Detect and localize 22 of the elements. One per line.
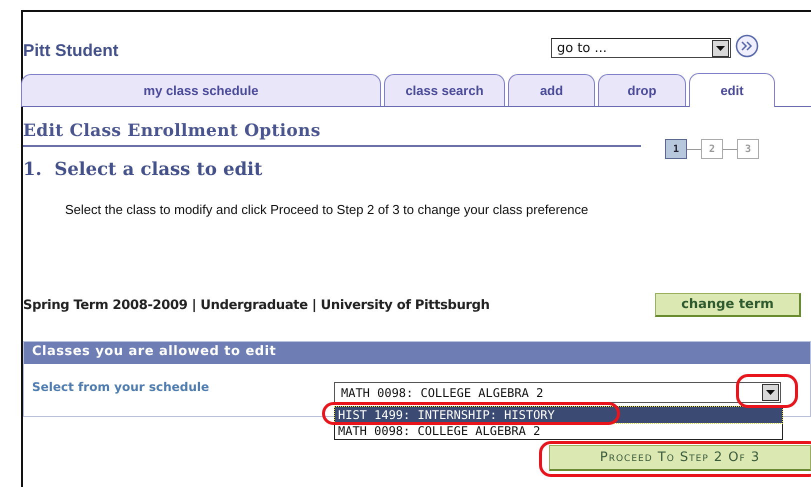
proceed-button[interactable]: Proceed To Step 2 Of 3 [549, 445, 811, 471]
tab[interactable]: class search [384, 74, 505, 106]
page-title: Edit Class Enrollment Options [23, 121, 641, 147]
tab[interactable]: my class schedule [21, 74, 381, 106]
tab[interactable]: edit [689, 73, 775, 107]
step-indicator: 1 [665, 139, 687, 159]
step-indicator: 2 [701, 139, 723, 159]
dropdown-option[interactable]: HIST 1499: INTERNSHIP: HISTORY [335, 407, 782, 423]
goto-dropdown[interactable]: go to ... [551, 38, 731, 58]
step-heading: 1. Select a class to edit [23, 159, 264, 180]
tab[interactable]: drop [598, 74, 686, 106]
term-info: Spring Term 2008-2009 | Undergraduate | University of Pittsburgh [23, 298, 491, 312]
panel-header: Classes you are allowed to edit [24, 342, 810, 364]
go-icon[interactable] [735, 34, 759, 58]
field-label: Select from your schedule [31, 380, 210, 394]
class-dropdown[interactable]: MATH 0098: COLLEGE ALGEBRA 2 [334, 382, 781, 403]
app-title: Pitt Student [23, 40, 120, 61]
highlight-ring [736, 374, 798, 408]
tab[interactable]: add [508, 74, 595, 106]
step-indicator: 3 [737, 139, 759, 159]
change-term-button[interactable]: change term [655, 293, 801, 317]
instructions: Select the class to modify and click Proceed to Step 2 of 3 to change your class preference [65, 202, 590, 217]
